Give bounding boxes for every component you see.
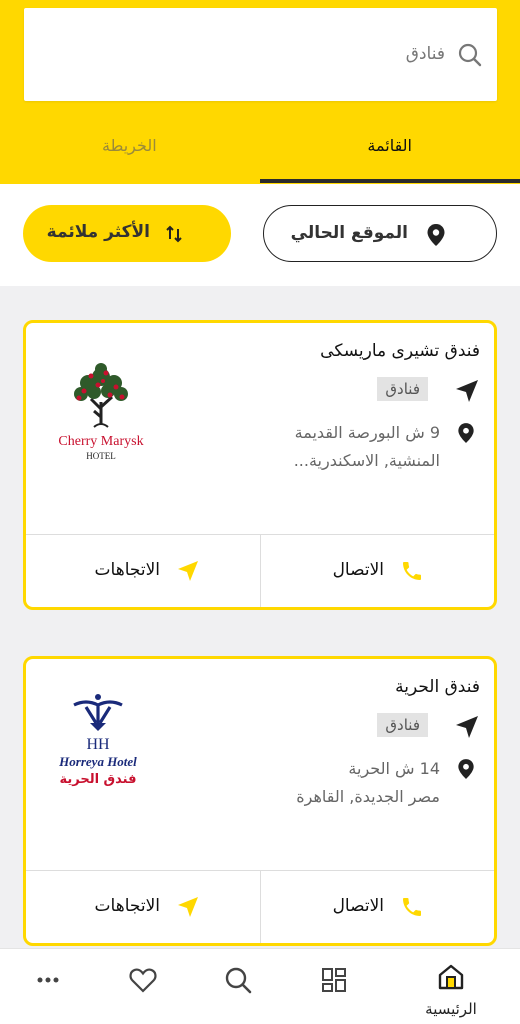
hotel-card[interactable]: فندق الحرية فنادق 14 ش الحرية مصر الجديد… xyxy=(23,656,497,946)
logo-subtext: HOTEL xyxy=(86,451,116,461)
sort-arrows-icon xyxy=(166,225,182,243)
home-icon xyxy=(438,964,464,990)
nav-home-label: الرئيسية xyxy=(425,1000,477,1018)
filter-bar: الموقع الحالي الأكثر ملائمة xyxy=(0,184,520,286)
call-label: الاتصال xyxy=(332,560,384,580)
logo-monogram: HH xyxy=(86,736,110,753)
search-bar[interactable]: فنادق xyxy=(24,8,497,101)
sort-label: الأكثر ملائمة xyxy=(46,222,150,242)
address-line-2: مصر الجديدة, القاهرة xyxy=(296,787,440,806)
navigation-arrow-icon xyxy=(456,380,478,402)
hotel-name: فندق الحرية xyxy=(395,677,480,697)
current-location-button[interactable]: الموقع الحالي xyxy=(263,205,497,262)
directions-button[interactable]: الاتجاهات xyxy=(26,871,260,943)
directions-label: الاتجاهات xyxy=(94,896,160,916)
hotel-address: 9 ش البورصة القديمة المنشية, الاسكندرية.… xyxy=(250,419,440,475)
bottom-navigation: الرئيسية xyxy=(0,948,520,1024)
heart-icon xyxy=(129,968,157,993)
location-pin-icon xyxy=(458,759,474,779)
address-line-1: 14 ش الحرية xyxy=(348,759,440,778)
hotel-card[interactable]: فندق تشيرى ماريسكى فنادق 9 ش البورصة الق… xyxy=(23,320,497,610)
call-button[interactable]: الاتصال xyxy=(260,535,494,607)
top-bar: فنادق القائمة الخريطة xyxy=(0,0,520,184)
horreya-hotel-logo: HH Horreya Hotel فندق الحرية xyxy=(46,683,156,803)
address-line-2: المنشية, الاسكندرية... xyxy=(293,451,440,470)
directions-label: الاتجاهات xyxy=(94,560,160,580)
phone-icon xyxy=(403,898,421,916)
directions-arrow-icon xyxy=(178,561,198,581)
phone-icon xyxy=(403,562,421,580)
nav-home[interactable]: الرئيسية xyxy=(403,949,499,1024)
current-location-label: الموقع الحالي xyxy=(290,223,408,243)
category-badge: فنادق xyxy=(377,377,428,401)
category-badge: فنادق xyxy=(377,713,428,737)
nav-search[interactable] xyxy=(190,949,286,1024)
directions-arrow-icon xyxy=(178,897,198,917)
hotel-name: فندق تشيرى ماريسكى xyxy=(320,341,480,361)
cherry-marysk-logo: Cherry Marysk HOTEL xyxy=(46,347,156,467)
tab-map[interactable]: الخريطة xyxy=(102,136,157,155)
more-icon xyxy=(37,977,59,983)
logo-text: Horreya Hotel xyxy=(58,754,137,769)
nav-more[interactable] xyxy=(0,949,96,1024)
nav-categories[interactable] xyxy=(286,949,382,1024)
navigation-arrow-icon xyxy=(456,716,478,738)
search-icon[interactable] xyxy=(457,42,483,68)
tab-list[interactable]: القائمة xyxy=(367,136,412,155)
search-icon xyxy=(225,967,252,994)
active-tab-indicator xyxy=(260,179,520,183)
logo-arabic-text: فندق الحرية xyxy=(59,772,136,787)
location-pin-icon xyxy=(458,423,474,443)
grid-icon xyxy=(322,968,346,992)
directions-button[interactable]: الاتجاهات xyxy=(26,535,260,607)
call-label: الاتصال xyxy=(332,896,384,916)
hotel-address: 14 ش الحرية مصر الجديدة, القاهرة xyxy=(250,755,440,811)
logo-text: Cherry Marysk xyxy=(58,434,143,449)
search-input[interactable]: فنادق xyxy=(406,44,445,64)
sort-button[interactable]: الأكثر ملائمة xyxy=(23,205,231,262)
location-pin-icon xyxy=(427,224,445,246)
call-button[interactable]: الاتصال xyxy=(260,871,494,943)
address-line-1: 9 ش البورصة القديمة xyxy=(294,423,440,442)
nav-favorites[interactable] xyxy=(95,949,191,1024)
